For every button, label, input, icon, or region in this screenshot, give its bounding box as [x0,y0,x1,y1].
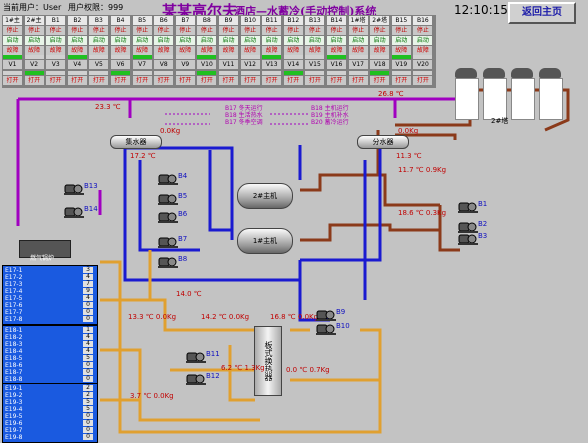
chiller-1[interactable]: 1#主机 [237,228,293,254]
boiler-label: 燃气锅炉 [30,255,55,262]
pump-label: B6 [178,210,188,218]
distributor-header[interactable]: 分水器 [357,135,409,149]
zone-panel: E17-1 3 E17-2 4 E17-3 7 E17-4 9 E17-5 4 E17-6 0 E17-… [2,265,98,325]
zone-row-value: 0 [83,434,93,440]
sensor-reading: 3.7 ℃ 0.0Kg [130,392,174,400]
sensor-reading: 13.3 ℃ 0.0Kg [128,313,177,321]
pump-label: B13 [84,182,98,190]
tower-fan-icon [511,68,533,78]
pump-icon[interactable] [158,192,178,205]
pump-icon[interactable] [186,350,206,363]
pump-label: B2 [478,220,488,228]
sensor-reading: 17.2 ℃ [130,152,156,160]
sensor-reading: 14.2 ℃ 0.0Kg [201,313,250,321]
pump-label: B1 [478,200,488,208]
pump-icon[interactable] [458,232,478,245]
sensor-reading: 18.6 ℃ 0.3Kg [398,209,447,217]
sensor-reading: 0.0Kg [398,127,419,135]
pump-label: B14 [84,205,98,213]
pump-label: B12 [206,372,220,380]
sensor-reading: 23.3 ℃ [95,103,121,111]
pump-icon[interactable] [316,308,336,321]
pump-icon[interactable] [316,322,336,335]
collector-header[interactable]: 集水器 [110,135,162,149]
note: B17 冬季空调 [225,119,263,126]
cooling-tower-group: 2#塔 [453,68,573,128]
zone-panel: E18-1 1 E18-2 4 E18-3 4 E18-4 4 E18-5 5 E18-6 0 E18-… [2,325,98,385]
pump-icon[interactable] [158,172,178,185]
tower-fan-icon [483,68,505,78]
tower-label: 2#塔 [491,117,509,125]
pump-label: B10 [336,322,350,330]
pump-label: B3 [478,232,488,240]
sensor-reading: 0.0Kg [160,127,181,135]
pump-icon[interactable] [158,255,178,268]
cooling-tower[interactable] [539,78,563,120]
sensor-reading: 11.3 ℃ [396,152,422,160]
tower-fan-icon [455,68,477,78]
sensor-reading: 14.0 ℃ [176,290,202,298]
chiller-2[interactable]: 2#主机 [237,183,293,209]
zone-row-label: E19-8 [5,434,23,441]
pump-icon[interactable] [158,210,178,223]
pump-label: B5 [178,192,188,200]
pump-icon[interactable] [64,205,84,218]
pump-icon[interactable] [158,235,178,248]
zone-row-value: 0 [83,376,93,382]
cooling-tower[interactable] [511,78,535,120]
sensor-reading: 0.0 ℃ 0.7Kg [286,366,330,374]
pump-label: B11 [206,350,220,358]
pump-icon[interactable] [186,372,206,385]
pump-label: B9 [336,308,346,316]
pump-label: B4 [178,172,188,180]
pump-icon[interactable] [458,200,478,213]
sensor-reading: 26.8 ℃ [378,90,404,98]
pump-label: B7 [178,235,188,243]
zone-row-value: 0 [83,316,93,322]
cooling-tower[interactable] [455,78,479,120]
note: B20 蓄冷运行 [311,119,349,126]
pump-icon[interactable] [64,182,84,195]
tower-fan-icon [539,68,561,78]
cooling-tower[interactable] [483,78,507,120]
sensor-reading: 11.7 ℃ 0.9Kg [398,166,447,174]
pump-label: B8 [178,255,188,263]
zone-panel: E19-1 2 E19-2 2 E19-3 5 E19-4 5 E19-5 0 E19-6 0 E19-… [2,383,98,443]
plate-heat-exchanger[interactable]: 板式换热器 [254,326,282,396]
sensor-reading: 16.8 ℃ 0.0Kg [270,313,319,321]
sensor-reading: 6.2 ℃ 1.3Kg [221,364,265,372]
zone-row-label: E17-8 [5,316,23,323]
